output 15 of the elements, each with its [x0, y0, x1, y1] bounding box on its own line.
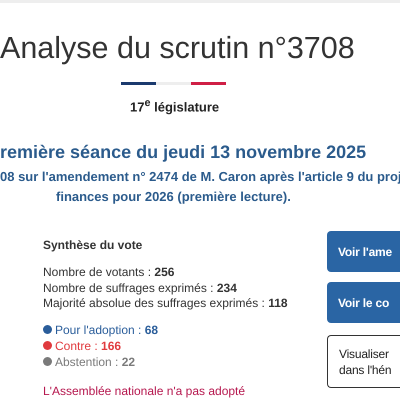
vote-count: Nombre de votants : 256 [43, 265, 176, 281]
vote-count: Majorité absolue des suffrages exprimés : 118 [43, 296, 288, 312]
vote-count: Nombre de suffrages exprimés : 234 [43, 280, 238, 296]
action-button[interactable]: Visualiser dans l'hén [327, 335, 400, 388]
page-title: Analyse du scrutin n°3708 [0, 30, 355, 67]
summary-heading: Synthèse du vote [43, 237, 142, 254]
vote-result: Contre : 166 [55, 338, 122, 353]
vote-outcome: L'Assemblée nationale n'a pas adopté [43, 384, 246, 398]
action-button[interactable]: Voir l'ame [327, 231, 400, 272]
vote-subject: finances pour 2026 (première lecture). [56, 188, 291, 206]
session-heading: remière séance du jeudi 13 novembre 2025 [0, 141, 366, 164]
legislature-label: 17$^{e}$ législature [130, 96, 220, 116]
action-button[interactable]: Voir le co [327, 282, 400, 324]
vote-result: Abstention : 22 [55, 354, 136, 369]
vote-result: Pour l'adoption : 68 [55, 322, 158, 337]
